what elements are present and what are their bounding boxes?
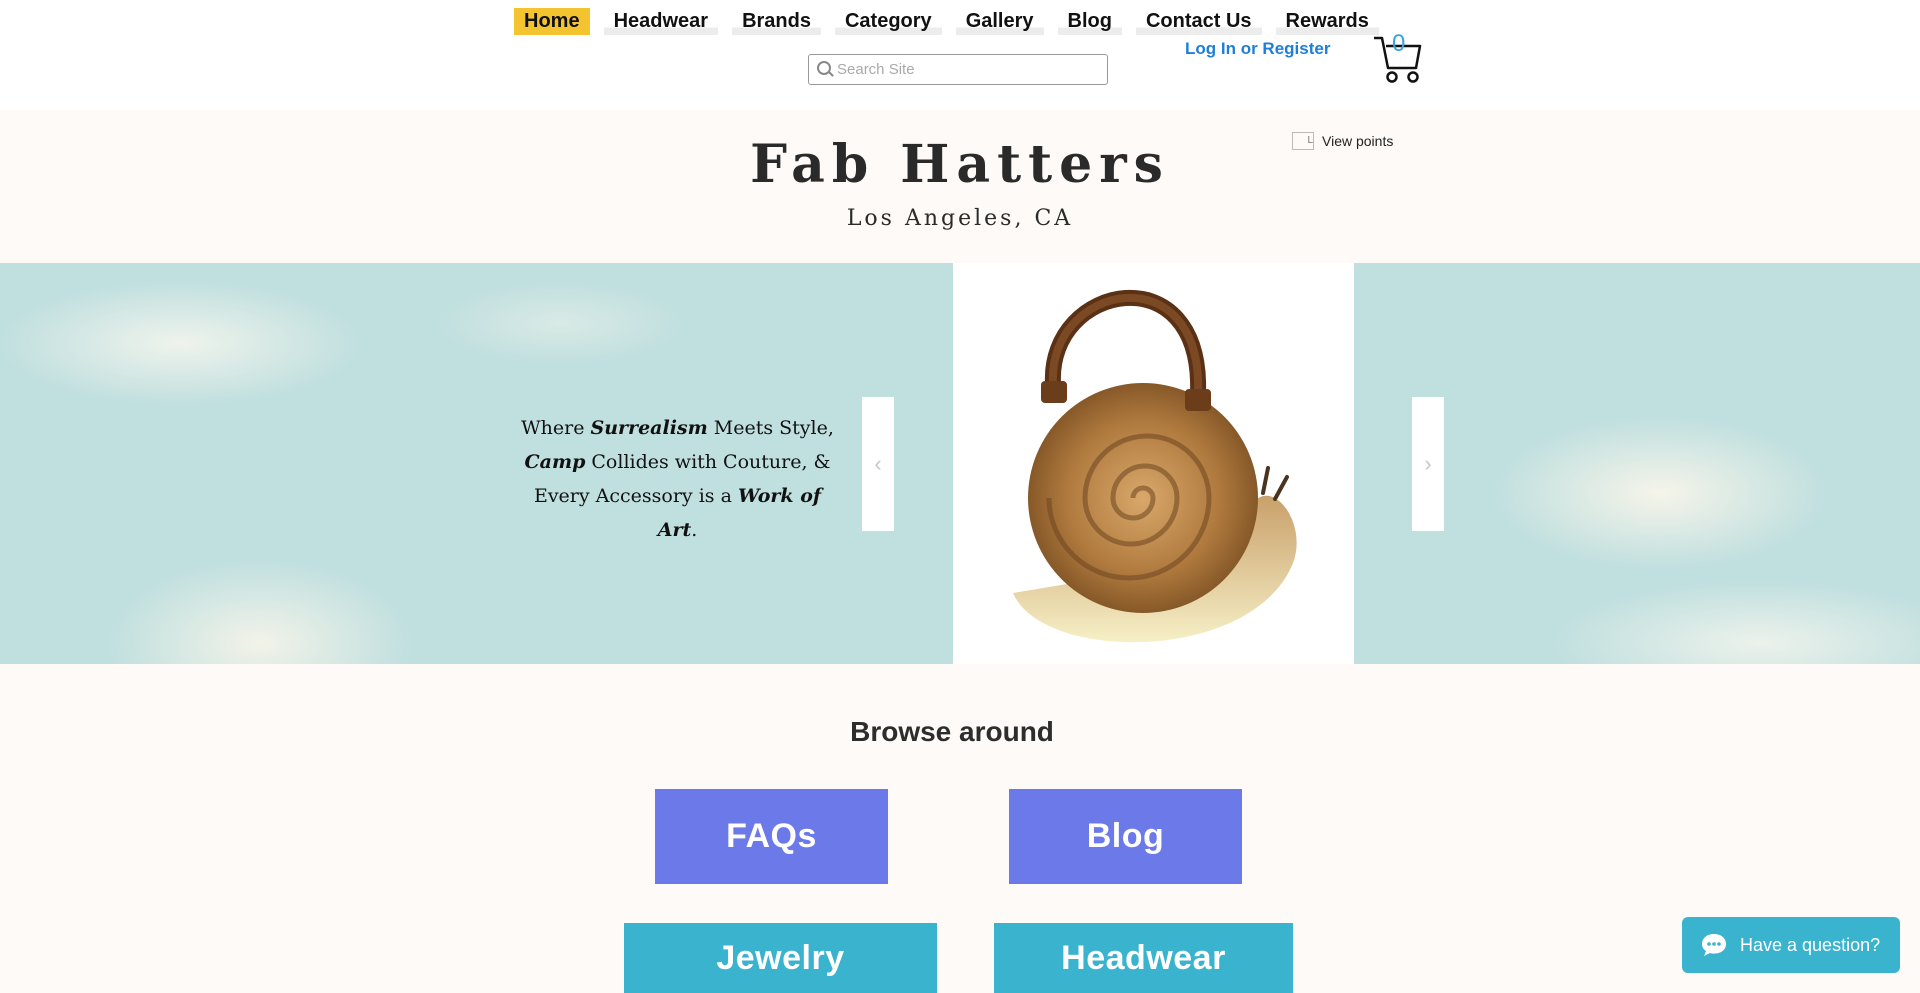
view-points-label: View points bbox=[1322, 133, 1394, 149]
tagline-text: Every Accessory is a bbox=[533, 485, 738, 507]
faqs-button[interactable]: FAQs bbox=[655, 789, 888, 884]
main-nav: Home Headwear Brands Category Gallery Bl… bbox=[514, 8, 1379, 35]
headwear-button[interactable]: Headwear bbox=[994, 923, 1293, 993]
slide-next-button[interactable]: › bbox=[1412, 397, 1444, 531]
hero-slideshow: Where Surrealism Meets Style, Camp Colli… bbox=[0, 263, 1920, 664]
tagline-emphasis: Surrealism bbox=[590, 417, 708, 439]
nav-item-headwear[interactable]: Headwear bbox=[603, 8, 719, 35]
hero-tagline: Where Surrealism Meets Style, Camp Colli… bbox=[520, 411, 835, 547]
browse-title: Browse around bbox=[850, 716, 1054, 747]
nav-item-home[interactable]: Home bbox=[514, 8, 590, 35]
blog-button[interactable]: Blog bbox=[1009, 789, 1242, 884]
chat-label: Have a question? bbox=[1740, 934, 1881, 955]
points-image: L bbox=[1292, 132, 1314, 150]
site-subtitle: Los Angeles, CA bbox=[846, 206, 1074, 231]
tagline-emphasis: Camp bbox=[524, 451, 586, 473]
chat-widget-button[interactable]: Have a question? bbox=[1682, 917, 1900, 973]
view-points-link[interactable]: L View points bbox=[1292, 132, 1393, 150]
tagline-text: Where bbox=[521, 417, 591, 439]
tagline-text: Meets Style, bbox=[707, 417, 834, 439]
nav-item-category[interactable]: Category bbox=[834, 8, 942, 35]
snail-handbag-image bbox=[1013, 290, 1297, 643]
tagline-text: Collides with Couture, & bbox=[585, 451, 831, 473]
jewelry-button[interactable]: Jewelry bbox=[624, 923, 937, 993]
chevron-left-icon: ‹ bbox=[874, 451, 882, 476]
nav-item-brands[interactable]: Brands bbox=[732, 8, 821, 35]
site-title: Fab Hatters bbox=[750, 134, 1170, 195]
search-box bbox=[808, 54, 1108, 85]
tagline-text: . bbox=[691, 519, 698, 541]
search-input[interactable] bbox=[837, 61, 1097, 78]
top-bar: Home Headwear Brands Category Gallery Bl… bbox=[0, 0, 1920, 110]
nav-item-rewards[interactable]: Rewards bbox=[1275, 8, 1379, 35]
nav-item-contact-us[interactable]: Contact Us bbox=[1135, 8, 1262, 35]
nav-item-gallery[interactable]: Gallery bbox=[955, 8, 1044, 35]
chat-bubble-icon bbox=[1702, 934, 1726, 956]
search-icon bbox=[815, 59, 837, 81]
chevron-right-icon: › bbox=[1424, 451, 1432, 476]
nav-item-blog[interactable]: Blog bbox=[1057, 8, 1122, 35]
login-register-link[interactable]: Log In or Register bbox=[1185, 39, 1330, 59]
cart-count: 0 bbox=[1392, 30, 1406, 57]
slide-prev-button[interactable]: ‹ bbox=[862, 397, 894, 531]
hero-product-image bbox=[953, 263, 1354, 664]
